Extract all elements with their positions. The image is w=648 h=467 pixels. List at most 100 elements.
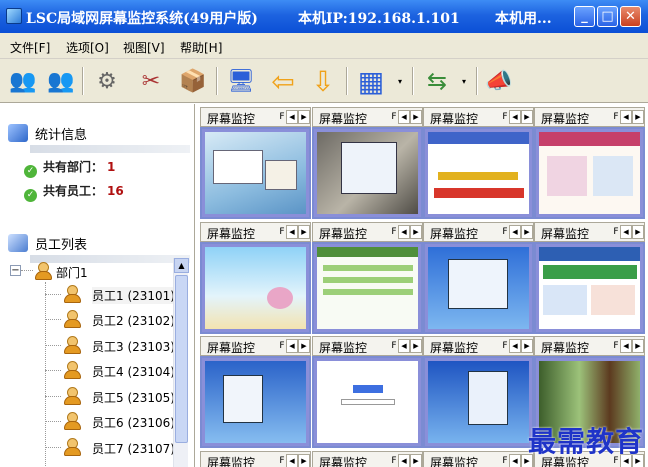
next-icon[interactable]: ▶	[298, 110, 310, 124]
next-icon[interactable]: ▶	[410, 110, 422, 124]
next-icon[interactable]: ▶	[521, 225, 533, 239]
monitor-button[interactable]: 🖥	[224, 63, 258, 99]
transfer-dropdown-icon[interactable]: ▾	[462, 77, 466, 86]
broadcast-button[interactable]: 📣	[482, 63, 516, 99]
tree-department[interactable]: 部门1	[56, 264, 88, 281]
monitor-cell[interactable]: 屏幕监控 F ◀ ▶	[423, 107, 534, 219]
next-icon[interactable]: ▶	[521, 110, 533, 124]
prev-icon[interactable]: ◀	[398, 110, 410, 124]
next-icon[interactable]: ▶	[298, 339, 310, 353]
monitor-tab[interactable]: 屏幕监控 F ◀ ▶	[534, 336, 645, 356]
next-icon[interactable]: ▶	[632, 339, 644, 353]
screen-thumbnail[interactable]	[200, 356, 311, 448]
close-button[interactable]: ✕	[620, 6, 641, 27]
monitor-cell[interactable]: 屏幕监控 F ◀ ▶	[312, 451, 423, 467]
monitor-cell[interactable]: 屏幕监控 F ◀ ▶	[312, 107, 423, 219]
employee-tree[interactable]: − 部门1 员工1 (23101) 员工2 (23102) 员工3 (23103…	[6, 258, 190, 467]
screen-thumbnail[interactable]	[312, 242, 423, 334]
monitor-tab[interactable]: 屏幕监控 F ◀ ▶	[200, 336, 311, 356]
monitor-cell[interactable]: 屏幕监控 F ◀ ▶	[423, 336, 534, 448]
monitor-cell[interactable]: 屏幕监控 F ◀ ▶	[534, 222, 645, 334]
grid-view-button[interactable]: ▦	[354, 63, 388, 99]
next-icon[interactable]: ▶	[410, 339, 422, 353]
monitor-cell[interactable]: 屏幕监控 F ◀ ▶	[200, 222, 311, 334]
next-icon[interactable]: ▶	[410, 454, 422, 467]
screen-thumbnail[interactable]	[423, 356, 534, 448]
collapse-icon[interactable]: −	[10, 265, 21, 276]
menu-file[interactable]: 文件[F]	[10, 39, 50, 56]
department-icon	[33, 261, 55, 281]
next-icon[interactable]: ▶	[298, 454, 310, 467]
remove-user-button[interactable]: 👥	[44, 63, 78, 99]
tree-scrollbar[interactable]: ▲	[173, 258, 189, 467]
screen-thumbnail[interactable]	[423, 127, 534, 219]
prev-icon[interactable]: ◀	[620, 339, 632, 353]
monitor-cell[interactable]: 屏幕监控 F ◀ ▶	[423, 222, 534, 334]
next-icon[interactable]: ▶	[632, 225, 644, 239]
prev-icon[interactable]: ◀	[620, 110, 632, 124]
monitor-tab[interactable]: 屏幕监控 F ◀ ▶	[312, 336, 423, 356]
next-icon[interactable]: ▶	[632, 110, 644, 124]
screen-thumbnail[interactable]	[534, 242, 645, 334]
monitor-tab[interactable]: 屏幕监控 F ◀ ▶	[200, 107, 311, 127]
arrow-left-icon: ⇦	[271, 64, 295, 98]
prev-icon[interactable]: ◀	[286, 225, 298, 239]
minimize-button[interactable]: _	[574, 6, 595, 27]
next-icon[interactable]: ▶	[410, 225, 422, 239]
monitor-tab[interactable]: 屏幕监控 F ◀ ▶	[423, 451, 534, 467]
transfer-button[interactable]: ⇆	[420, 63, 454, 99]
monitor-tab[interactable]: 屏幕监控 F ◀ ▶	[534, 107, 645, 127]
screen-thumbnail[interactable]	[312, 356, 423, 448]
prev-icon[interactable]: ◀	[620, 225, 632, 239]
next-icon[interactable]: ▶	[521, 339, 533, 353]
monitor-tab[interactable]: 屏幕监控 F ◀ ▶	[423, 107, 534, 127]
prev-icon[interactable]: ◀	[509, 454, 521, 467]
monitor-tab[interactable]: 屏幕监控 F ◀ ▶	[312, 222, 423, 242]
scroll-thumb[interactable]	[175, 275, 188, 443]
maximize-button[interactable]: □	[597, 6, 618, 27]
prev-icon[interactable]: ◀	[509, 339, 521, 353]
title-bar[interactable]: LSC局域网屏幕监控系统(49用户版) 本机IP:192.168.1.101 本…	[0, 0, 648, 33]
prev-icon[interactable]: ◀	[398, 225, 410, 239]
monitor-cell[interactable]: 屏幕监控 F ◀ ▶	[312, 222, 423, 334]
screen-thumbnail[interactable]	[534, 127, 645, 219]
monitor-tab[interactable]: 屏幕监控 F ◀ ▶	[534, 222, 645, 242]
menu-view[interactable]: 视图[V]	[123, 39, 165, 56]
screen-thumbnail[interactable]	[200, 127, 311, 219]
monitor-cell[interactable]: 屏幕监控 F ◀ ▶	[200, 451, 311, 467]
monitor-cell[interactable]: 屏幕监控 F ◀ ▶	[200, 107, 311, 219]
download-button[interactable]: ⇩	[306, 63, 340, 99]
monitor-tab[interactable]: 屏幕监控 F ◀ ▶	[200, 451, 311, 467]
menu-help[interactable]: 帮助[H]	[180, 39, 222, 56]
back-button[interactable]: ⇦	[266, 63, 300, 99]
prev-icon[interactable]: ◀	[398, 454, 410, 467]
package-button[interactable]: 📦	[176, 63, 210, 99]
grid-view-dropdown-icon[interactable]: ▾	[398, 77, 402, 86]
tools-button[interactable]: ✂	[134, 63, 168, 99]
menu-options[interactable]: 选项[O]	[66, 39, 109, 56]
screen-thumbnail[interactable]	[200, 242, 311, 334]
monitor-tab[interactable]: 屏幕监控 F ◀ ▶	[312, 107, 423, 127]
monitor-cell[interactable]: 屏幕监控 F ◀ ▶	[200, 336, 311, 448]
monitor-tab[interactable]: 屏幕监控 F ◀ ▶	[312, 451, 423, 467]
prev-icon[interactable]: ◀	[509, 110, 521, 124]
monitor-cell[interactable]: 屏幕监控 F ◀ ▶	[534, 107, 645, 219]
prev-icon[interactable]: ◀	[286, 454, 298, 467]
monitor-cell[interactable]: 屏幕监控 F ◀ ▶	[312, 336, 423, 448]
next-icon[interactable]: ▶	[298, 225, 310, 239]
monitor-cell[interactable]: 屏幕监控 F ◀ ▶	[423, 451, 534, 467]
monitor-tab[interactable]: 屏幕监控 F ◀ ▶	[423, 336, 534, 356]
prev-icon[interactable]: ◀	[286, 339, 298, 353]
monitor-tab[interactable]: 屏幕监控 F ◀ ▶	[423, 222, 534, 242]
prev-icon[interactable]: ◀	[509, 225, 521, 239]
add-user-button[interactable]: 👥	[6, 63, 40, 99]
screen-thumbnail[interactable]	[423, 242, 534, 334]
monitor-tab-label: 屏幕监控	[541, 112, 590, 126]
prev-icon[interactable]: ◀	[286, 110, 298, 124]
tree-connector	[45, 370, 61, 371]
screen-thumbnail[interactable]	[312, 127, 423, 219]
monitor-tab[interactable]: 屏幕监控 F ◀ ▶	[200, 222, 311, 242]
scroll-up-icon[interactable]: ▲	[174, 258, 189, 273]
settings-button[interactable]: ⚙	[90, 63, 124, 99]
prev-icon[interactable]: ◀	[398, 339, 410, 353]
